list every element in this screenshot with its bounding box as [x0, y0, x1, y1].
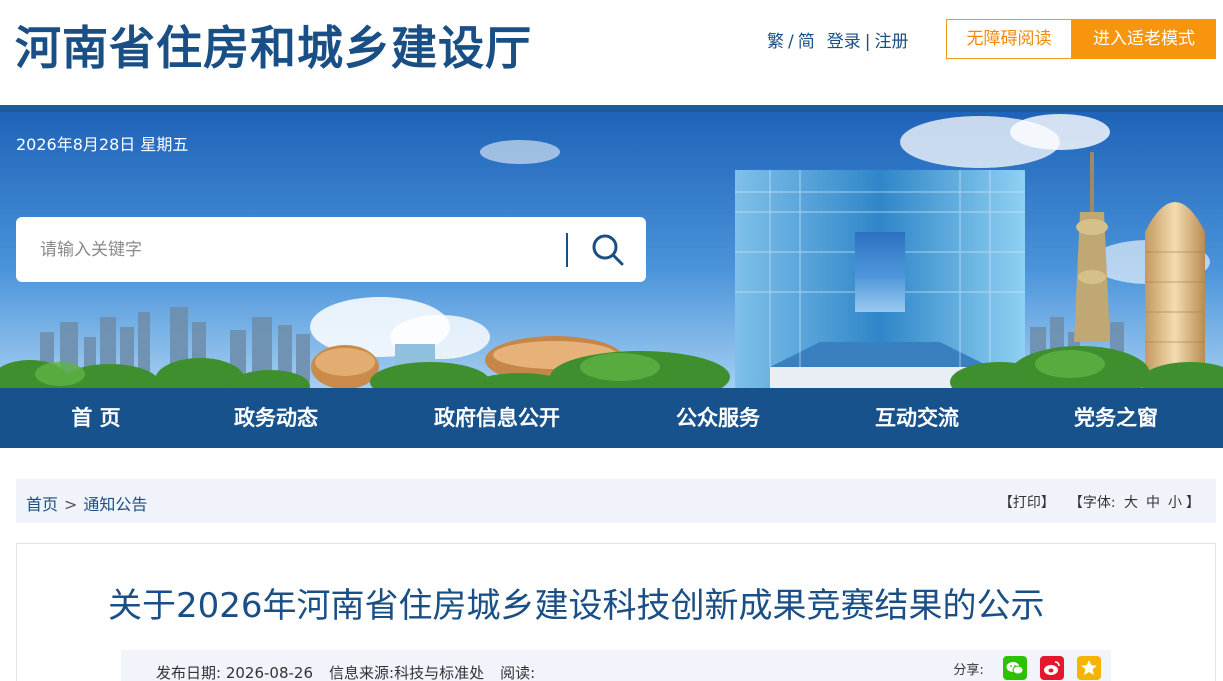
auth-separator: |: [864, 32, 871, 52]
main-nav: 首 页 政务动态 政府信息公开 公众服务 互动交流 党务之窗: [0, 388, 1223, 448]
lang-separator: /: [788, 32, 794, 52]
font-large-button[interactable]: 大: [1120, 495, 1142, 511]
site-header: 河南省住房和城乡建设厅 繁 / 简登录 | 注册 无障碍阅读 进入适老模式: [0, 0, 1223, 105]
search-input[interactable]: [40, 235, 560, 265]
breadcrumb-bar: 首页 > 通知公告 【打印】 【字体: 大中小】: [16, 479, 1216, 523]
breadcrumb-home[interactable]: 首页: [26, 495, 58, 514]
search-button[interactable]: [586, 229, 630, 271]
source-label: 信息来源:: [329, 664, 395, 681]
breadcrumb-current[interactable]: 通知公告: [83, 495, 147, 514]
print-button[interactable]: 【打印】: [999, 495, 1055, 511]
font-small-button[interactable]: 小: [1164, 495, 1186, 511]
font-medium-button[interactable]: 中: [1142, 495, 1164, 511]
nav-party-affairs[interactable]: 党务之窗: [1046, 388, 1186, 448]
breadcrumb: 首页 > 通知公告: [26, 491, 147, 515]
article-meta-bar: 发布日期: 2026-08-26 信息来源:科技与标准处 阅读: 分享:: [121, 650, 1111, 681]
nav-information-disclosure[interactable]: 政府信息公开: [412, 388, 582, 448]
traditional-chinese-link[interactable]: 繁: [767, 32, 784, 52]
login-link[interactable]: 登录: [827, 32, 861, 52]
source-value: 科技与标准处: [394, 664, 485, 681]
publish-date-label: 发布日期:: [156, 664, 222, 681]
article-title: 关于2026年河南省住房城乡建设科技创新成果竞赛结果的公示: [108, 586, 1045, 626]
current-date: 2026年8月28日 星期五: [16, 135, 189, 154]
nav-public-services[interactable]: 公众服务: [648, 388, 788, 448]
star-icon[interactable]: [1077, 656, 1101, 680]
page-tools: 【打印】 【字体: 大中小】: [999, 492, 1200, 512]
nav-interaction[interactable]: 互动交流: [847, 388, 987, 448]
read-count-label: 阅读:: [500, 664, 536, 681]
article-panel: 关于2026年河南省住房城乡建设科技创新成果竞赛结果的公示 发布日期: 2026…: [16, 543, 1216, 681]
font-size-end: 】: [1186, 495, 1200, 511]
search-icon: [592, 234, 624, 266]
header-links: 繁 / 简登录 | 注册: [767, 27, 908, 52]
nav-home[interactable]: 首 页: [36, 388, 156, 448]
share-label: 分享:: [953, 662, 984, 678]
accessibility-button[interactable]: 无障碍阅读: [946, 19, 1072, 59]
elderly-mode-button[interactable]: 进入适老模式: [1072, 19, 1216, 59]
register-link[interactable]: 注册: [874, 32, 908, 52]
publish-date: 2026-08-26: [225, 664, 314, 681]
weibo-icon[interactable]: [1039, 656, 1064, 680]
site-title[interactable]: 河南省住房和城乡建设厅: [15, 12, 532, 78]
font-size-label: 【字体:: [1068, 495, 1116, 511]
wechat-icon[interactable]: [1002, 656, 1027, 680]
share-bar: 分享:: [953, 656, 1101, 681]
nav-government-news[interactable]: 政务动态: [206, 388, 346, 448]
article-meta: 发布日期: 2026-08-26 信息来源:科技与标准处 阅读:: [156, 662, 535, 681]
banner: 2026年8月28日 星期五: [0, 105, 1223, 388]
breadcrumb-separator: >: [64, 495, 78, 514]
search-box: [16, 217, 646, 282]
search-divider: [566, 233, 568, 267]
simplified-chinese-link[interactable]: 简: [798, 32, 815, 52]
